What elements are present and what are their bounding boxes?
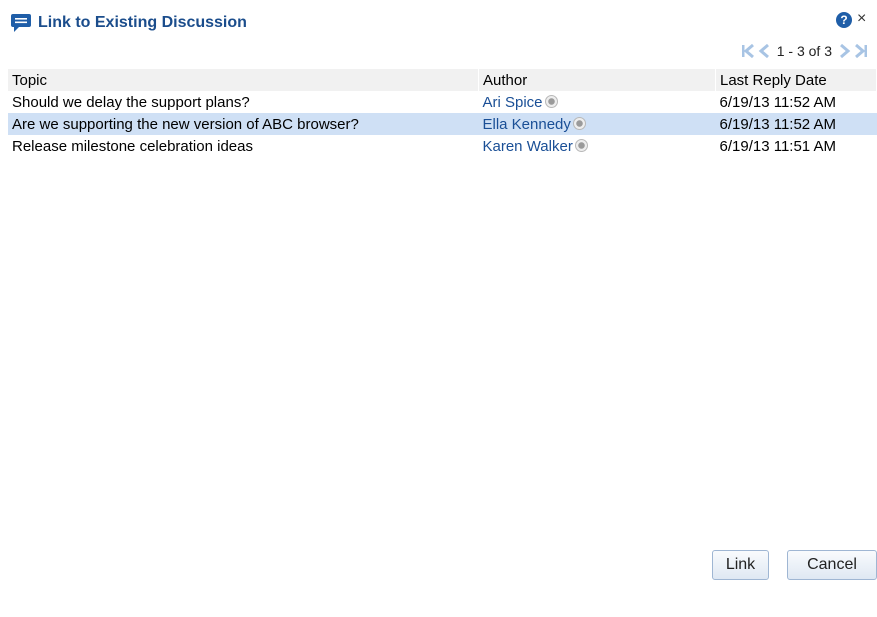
author-cell: Karen Walker <box>479 135 716 157</box>
column-header-author[interactable]: Author <box>478 69 716 91</box>
discussions-table: Topic Author Last Reply Date Should we d… <box>8 69 877 157</box>
topic-cell: Are we supporting the new version of ABC… <box>8 113 479 135</box>
author-link[interactable]: Ari Spice <box>483 94 543 111</box>
table-header-row: Topic Author Last Reply Date <box>8 69 877 91</box>
pagination: 1 - 3 of 3 <box>740 42 869 60</box>
topic-cell: Should we delay the support plans? <box>12 93 250 111</box>
author-link[interactable]: Karen Walker <box>483 138 573 155</box>
cancel-button[interactable]: Cancel <box>787 550 877 580</box>
discussion-icon <box>10 13 32 33</box>
table-row[interactable]: Should we delay the support plans? Ari S… <box>8 91 877 113</box>
topic-cell: Release milestone celebration ideas <box>12 137 253 155</box>
author-cell: Ella Kennedy <box>478 113 716 135</box>
date-cell: 6/19/13 11:51 AM <box>719 137 836 155</box>
close-icon[interactable]: × <box>857 10 866 28</box>
table-row[interactable]: Are we supporting the new version of ABC… <box>8 113 877 135</box>
presence-status-icon[interactable] <box>572 116 586 130</box>
table-row[interactable]: Release milestone celebration ideas Kare… <box>8 135 877 157</box>
page-range: 1 - 3 of 3 <box>776 43 832 59</box>
column-header-topic[interactable]: Topic <box>8 69 479 91</box>
author-cell: Ari Spice <box>479 91 716 113</box>
column-header-last-reply-date[interactable]: Last Reply Date <box>715 69 877 91</box>
next-page-icon[interactable] <box>837 42 853 60</box>
dialog-titlebar: Link to Existing Discussion <box>10 13 247 33</box>
date-cell: 6/19/13 11:52 AM <box>715 113 877 135</box>
presence-status-icon[interactable] <box>574 138 588 152</box>
dialog-title: Link to Existing Discussion <box>38 14 247 31</box>
link-button[interactable]: Link <box>712 550 769 580</box>
previous-page-icon[interactable] <box>756 42 772 60</box>
author-link[interactable]: Ella Kennedy <box>483 116 571 133</box>
help-icon[interactable]: ? <box>836 12 852 28</box>
date-cell: 6/19/13 11:52 AM <box>719 93 836 111</box>
first-page-icon[interactable] <box>740 42 756 60</box>
presence-status-icon[interactable] <box>544 94 558 108</box>
last-page-icon[interactable] <box>853 42 869 60</box>
